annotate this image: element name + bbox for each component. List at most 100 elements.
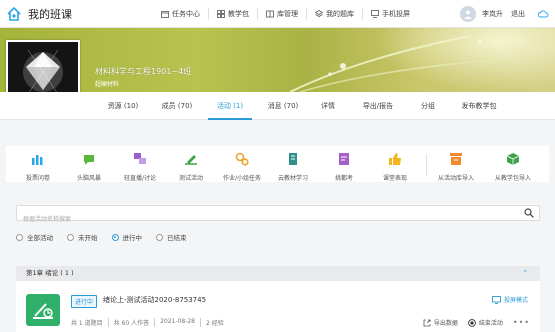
activity-meta: 共 1 道题目 共 60 人作答 2021-08-28 2 经验 (71, 318, 229, 327)
tool-import-from-library[interactable]: 从活动库导入 (431, 152, 481, 182)
respondent-count: 共 60 人作答 (107, 318, 154, 327)
nav-label: 任务中心 (172, 9, 200, 18)
filter-not-started[interactable]: 未开始 (67, 232, 98, 242)
filter-label: 进行中 (122, 234, 143, 242)
user-name[interactable]: 李岚升 (482, 9, 503, 19)
monitor-icon (371, 9, 379, 18)
chat-bubble-icon (84, 155, 94, 165)
exam-icon (339, 153, 349, 165)
home-logo-icon (5, 6, 23, 22)
end-label: 结束活动 (478, 320, 503, 327)
top-nav: 任务中心 教学包 库管理 我的题库 手机投屏 (153, 7, 418, 20)
radio-button[interactable] (67, 233, 74, 241)
radio-button-selected[interactable] (111, 233, 119, 241)
nav-label: 我的题库 (326, 9, 354, 18)
package-icon (506, 153, 520, 165)
search-input[interactable] (17, 213, 497, 227)
cloud-icon[interactable] (537, 10, 549, 18)
status-badge: 进行中 (71, 295, 98, 308)
tab-resources[interactable]: 资源 (10) (100, 92, 146, 120)
screen-mode-label: 投屏模式 (503, 297, 528, 304)
export-icon (423, 319, 431, 326)
course-banner (0, 28, 555, 92)
stack-icon (315, 9, 323, 17)
tab-messages[interactable]: 消息 (70) (260, 92, 306, 120)
tab-export-report[interactable]: 导出/报告 (356, 92, 400, 120)
tool-vote-survey[interactable]: 投票问卷 (13, 152, 63, 182)
activity-search (16, 205, 540, 227)
logout-link[interactable]: 退出 (511, 9, 525, 19)
search-icon[interactable] (524, 208, 534, 218)
nav-question-bank[interactable]: 我的题库 (306, 7, 362, 20)
nav-label: 教学包 (228, 9, 249, 18)
activity-card[interactable]: 进行中 绪论上-测试活动2020-8753745 共 1 道题目 共 60 人作… (16, 281, 540, 332)
tool-import-from-package[interactable]: 从教学包导入 (488, 152, 538, 182)
pen-test-icon (185, 155, 197, 165)
book-icon (289, 153, 297, 165)
tab-groups[interactable]: 分组 (414, 92, 442, 120)
tool-cloud-textbook[interactable]: 云教材学习 (268, 152, 318, 182)
toolbar-divider (426, 154, 427, 176)
nav-task-center[interactable]: 任务中心 (153, 8, 208, 20)
tool-label: 挑都考 (334, 175, 353, 182)
tab-publish-package[interactable]: 发布教学包 (454, 92, 504, 120)
radio-button[interactable] (156, 233, 163, 241)
filter-all[interactable]: 全部活动 (16, 232, 53, 242)
screen-mode-button[interactable]: 投屏模式 (492, 295, 528, 304)
nav-label: 库管理 (277, 9, 298, 18)
more-options-icon[interactable]: ••• (513, 318, 530, 326)
thumb-up-icon (389, 153, 401, 165)
tool-brainstorm[interactable]: 头脑风暴 (64, 152, 114, 182)
library-icon (266, 10, 274, 17)
bar-chart-icon (32, 155, 43, 165)
nav-label: 手机投屏 (382, 9, 410, 18)
tab-members[interactable]: 成员 (70) (154, 92, 200, 120)
chapter-title: 第1章 绪论 ( 1 ) (26, 269, 74, 277)
screen-cast-icon (492, 295, 501, 304)
filter-label: 已结束 (167, 234, 187, 242)
import-box-icon (450, 153, 462, 165)
chevron-up-icon[interactable]: ⌃ (522, 266, 528, 281)
grass-decoration (289, 35, 521, 92)
experience-points: 2 经验 (199, 318, 229, 327)
discussion-icon (134, 153, 146, 164)
tool-label: 从活动库导入 (437, 175, 474, 182)
tool-class-performance[interactable]: 课堂表现 (370, 152, 420, 182)
app-logo[interactable]: 我的班课 (5, 6, 145, 22)
course-tabs: 资源 (10) 成员 (70) 活动 (1) 消息 (70) 详情 导出/报告 … (0, 92, 555, 120)
nav-library[interactable]: 库管理 (257, 7, 306, 20)
tool-live-discussion[interactable]: 轻直播/讨论 (115, 152, 165, 182)
stop-icon (467, 318, 476, 327)
tool-label: 头脑风暴 (76, 175, 101, 182)
user-area: 李岚升 退出 (460, 5, 549, 22)
tool-label: 投票问卷 (25, 175, 50, 182)
tool-label: 轻直播/讨论 (123, 175, 157, 182)
nav-phone-cast[interactable]: 手机投屏 (362, 7, 418, 20)
avatar[interactable] (460, 5, 476, 22)
app-title: 我的班课 (28, 7, 72, 21)
tab-activities[interactable]: 活动 (1) (208, 92, 252, 120)
calendar-icon (161, 10, 169, 18)
test-activity-icon (26, 294, 60, 326)
tool-label: 课堂表现 (382, 175, 407, 182)
tab-details[interactable]: 详情 (314, 92, 342, 120)
tool-label: 云教材学习 (277, 175, 308, 182)
course-subtitle: 超硬材料 (95, 81, 120, 88)
tool-homework-group-task[interactable]: 作业/小组任务 (217, 152, 267, 182)
filter-label: 全部活动 (27, 234, 53, 242)
export-data-button[interactable]: 导出数据 (423, 318, 458, 327)
activity-actions: 导出数据 结束活动 ••• (413, 318, 530, 327)
tool-test-activity[interactable]: 测试活动 (166, 152, 216, 182)
tool-label: 从教学包导入 (494, 175, 531, 182)
radio-button[interactable] (16, 233, 23, 241)
chapter-header[interactable]: 第1章 绪论 ( 1 ) ⌃ (16, 266, 540, 281)
end-activity-button[interactable]: 结束活动 (467, 318, 503, 327)
activity-title[interactable]: 绪论上-测试活动2020-8753745 (103, 295, 206, 305)
question-count: 共 1 道题目 (71, 320, 103, 327)
activity-date: 2021-08-28 (154, 318, 200, 327)
filter-ended[interactable]: 已结束 (156, 232, 187, 242)
filter-in-progress[interactable]: 进行中 (111, 232, 143, 242)
top-bar: 我的班课 任务中心 教学包 库管理 我的题库 手机投屏 李岚升 退出 (0, 0, 555, 28)
nav-teaching-package[interactable]: 教学包 (208, 7, 257, 20)
tool-exam[interactable]: 挑都考 (319, 152, 369, 182)
